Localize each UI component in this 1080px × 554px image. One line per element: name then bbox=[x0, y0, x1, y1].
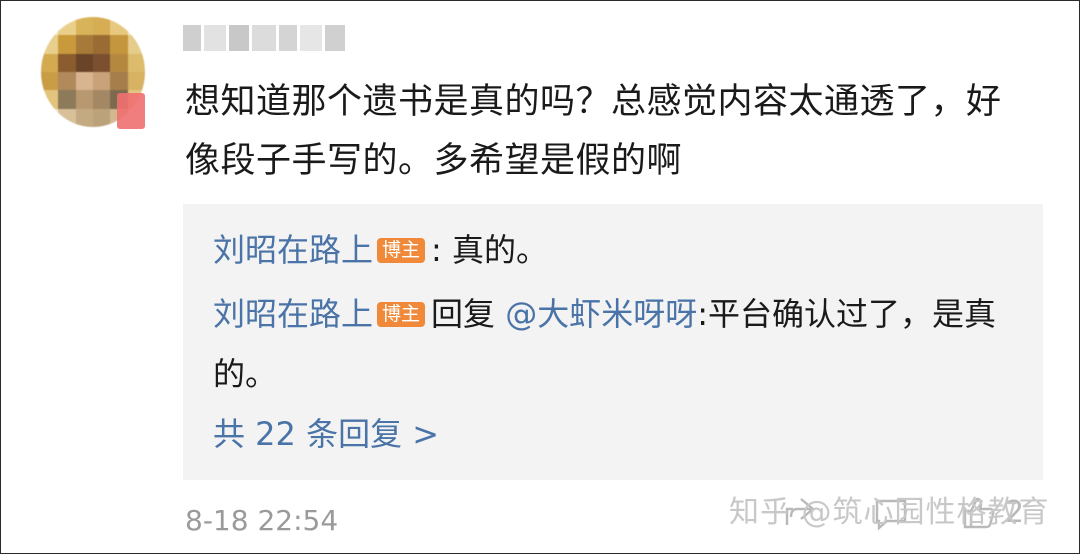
comment-timestamp: 8-18 22:54 bbox=[185, 504, 339, 537]
author-badge: 博主 bbox=[377, 238, 426, 263]
username-blurred[interactable] bbox=[183, 21, 353, 55]
verified-badge-icon bbox=[117, 93, 145, 129]
reply-author-link[interactable]: 刘昭在路上 bbox=[213, 295, 373, 333]
reply-author-link[interactable]: 刘昭在路上 bbox=[213, 231, 373, 269]
reply-text: : 真的。 bbox=[431, 231, 548, 269]
mention-link[interactable]: @大虾米呀呀 bbox=[505, 295, 697, 333]
author-badge: 博主 bbox=[377, 302, 426, 327]
comment-card: 想知道那个遗书是真的吗？总感觉内容太通透了，好像段子手写的。多希望是假的啊 刘昭… bbox=[0, 0, 1080, 554]
reply-box: 刘昭在路上 博主: 真的。 刘昭在路上 博主 回复 @大虾米呀呀:平台确认过了，是真的… bbox=[183, 204, 1043, 480]
more-replies-link[interactable]: 共 22 条回复 > bbox=[213, 409, 439, 459]
reply-item: 刘昭在路上 博主: 真的。 bbox=[213, 220, 1003, 280]
comment-text: 想知道那个遗书是真的吗？总感觉内容太通透了，好像段子手写的。多希望是假的啊 bbox=[185, 82, 1002, 181]
reply-item: 刘昭在路上 博主 回复 @大虾米呀呀:平台确认过了，是真的。 bbox=[213, 284, 1003, 404]
watermark: 知乎 @筑心园性格教育 bbox=[729, 495, 1050, 530]
reply-prefix: 回复 bbox=[431, 295, 506, 333]
